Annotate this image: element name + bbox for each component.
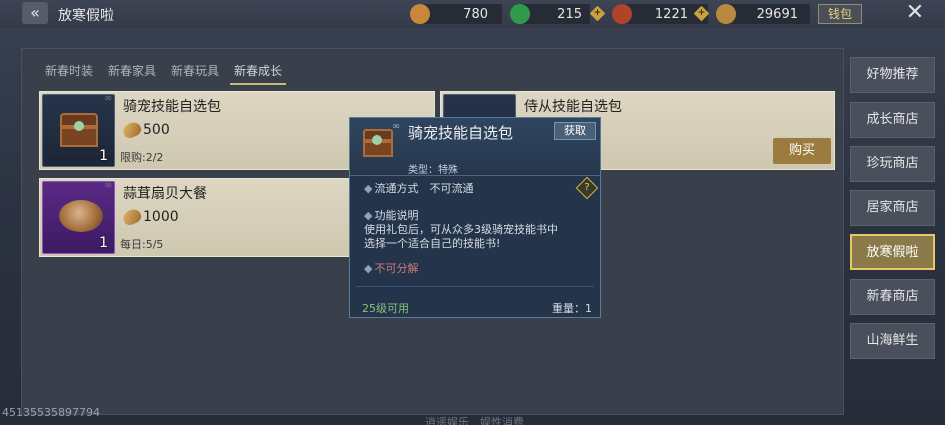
trade-method: ◆ 流通方式 不可流通 xyxy=(364,182,474,195)
currency-shell-coin: 29691 xyxy=(716,3,810,25)
red-coin-icon xyxy=(612,4,632,24)
add-jade-button[interactable]: + xyxy=(589,5,606,22)
level-requirement: 25级可用 xyxy=(362,302,409,315)
plus-icon: + xyxy=(593,8,602,18)
link-icon: ∞ xyxy=(392,121,401,132)
tab-spring-fashion[interactable]: 新春时装 xyxy=(41,62,97,85)
back-button[interactable]: « xyxy=(22,2,48,24)
treasure-chest-icon xyxy=(60,111,98,147)
bottom-hint: 逍遥娱乐 娱性消费 xyxy=(425,416,524,425)
treasure-chest-icon xyxy=(361,125,395,159)
add-red-coin-button[interactable]: + xyxy=(693,5,710,22)
currency-jade: 215 xyxy=(510,3,590,25)
item-name: 侍从技能自选包 xyxy=(524,99,622,115)
sidebar-item-winter-break[interactable]: 放寒假啦 xyxy=(850,234,935,270)
buy-button[interactable]: 购买 xyxy=(773,138,831,164)
item-price: 1000 xyxy=(120,206,179,228)
close-icon: ✕ xyxy=(905,0,925,25)
jade-icon xyxy=(510,4,530,24)
item-name: 蒜茸扇贝大餐 xyxy=(123,186,207,202)
no-decompose-note: ◆ 不可分解 xyxy=(364,262,419,275)
gold-ingot-icon xyxy=(410,4,430,24)
shell-coin-icon xyxy=(120,119,144,141)
item-thumbnail: 1 xyxy=(42,94,115,167)
purchase-limit: 限购:2/2 xyxy=(120,151,164,164)
item-name: 骑宠技能自选包 xyxy=(123,99,221,115)
help-icon[interactable]: ? xyxy=(575,176,599,200)
currency-gold-ingot: 780 xyxy=(410,3,502,25)
page-title: 放寒假啦 xyxy=(58,8,114,24)
item-weight: 重量：1 xyxy=(552,302,592,315)
item-type: 类型：特殊 xyxy=(408,165,458,176)
sidebar-item-home-shop[interactable]: 居家商店 xyxy=(850,190,935,226)
sidebar-item-seafood[interactable]: 山海鲜生 xyxy=(850,323,935,359)
plus-icon: + xyxy=(697,8,706,18)
tooltip-item-name: 骑宠技能自选包 xyxy=(408,124,514,142)
wallet-button[interactable]: 钱包 xyxy=(818,4,862,24)
function-desc-line-2: 选择一个适合自己的技能书! xyxy=(364,237,501,250)
category-tabs: 新春时装 新春家具 新春玩具 新春成长 xyxy=(41,62,293,85)
shell-coin-icon xyxy=(120,206,144,228)
close-button[interactable]: ✕ xyxy=(900,0,930,26)
shell-coin-icon xyxy=(716,4,736,24)
link-icon: ∞ xyxy=(104,180,113,191)
sidebar-item-spring-shop[interactable]: 新春商店 xyxy=(850,279,935,315)
sidebar-item-growth-shop[interactable]: 成长商店 xyxy=(850,102,935,138)
sidebar-item-treasure-shop[interactable]: 珍玩商店 xyxy=(850,146,935,182)
top-bar: « 放寒假啦 780 215 + 1221 + 29691 钱包 ✕ xyxy=(0,0,945,28)
daily-limit: 每日:5/5 xyxy=(120,238,164,251)
sidebar-item-recommended[interactable]: 好物推荐 xyxy=(850,57,935,93)
tab-spring-toys[interactable]: 新春玩具 xyxy=(167,62,223,85)
tab-spring-growth[interactable]: 新春成长 xyxy=(230,62,287,85)
divider xyxy=(356,286,594,287)
scallop-dish-icon xyxy=(59,200,103,232)
chevron-left-icon: « xyxy=(30,3,40,22)
item-tooltip: ∞ 骑宠技能自选包 获取 类型：特殊 ◆ 流通方式 不可流通 ? ◆ 功能说明 使用… xyxy=(349,117,601,318)
item-price: 500 xyxy=(120,119,170,141)
link-icon: ∞ xyxy=(104,93,113,104)
tab-spring-furniture[interactable]: 新春家具 xyxy=(104,62,160,85)
user-id: 45135535897794 xyxy=(2,406,100,419)
acquire-button[interactable]: 获取 xyxy=(554,122,596,140)
item-thumbnail: 1 xyxy=(42,181,115,254)
